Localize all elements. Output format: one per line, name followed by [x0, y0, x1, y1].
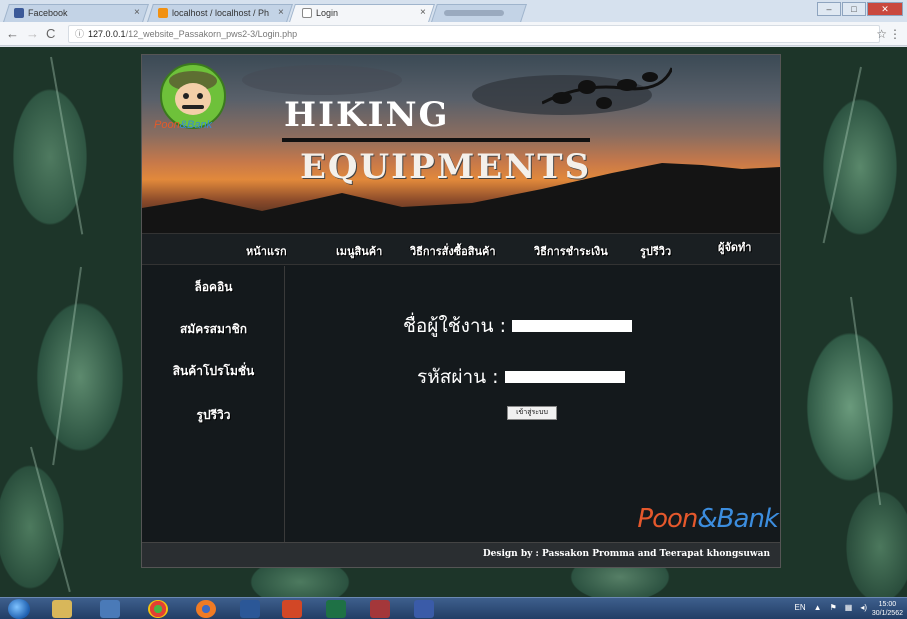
username-row: ชื่อผู้ใช้งาน : [403, 311, 632, 341]
tab-facebook[interactable]: Facebook [14, 4, 68, 22]
file-explorer-icon[interactable] [52, 600, 72, 618]
clock-time: 15:00 [878, 601, 897, 608]
tab-blurred[interactable] [444, 4, 504, 22]
header-banner: Poon&Bank HIKING EQUIPMENTS [142, 55, 780, 233]
window-controls: – □ ✕ [816, 2, 903, 16]
system-tray: EN ▲ ⚑ ▦ ◂) [787, 603, 867, 612]
sidebar: ล็อคอิน สมัครสมาชิก สินค้าโปรโมชั่น รูปร… [142, 266, 285, 542]
tray-expand-icon[interactable]: ▲ [814, 603, 822, 612]
start-button[interactable] [8, 599, 30, 619]
page-viewport: Poon&Bank HIKING EQUIPMENTS หน้าแรก เมนู… [0, 47, 907, 597]
tab-facebook-title: Facebook [28, 8, 68, 18]
chrome-icon[interactable] [148, 600, 168, 618]
username-input[interactable] [512, 320, 632, 332]
access-icon[interactable] [370, 600, 390, 618]
language-indicator[interactable]: EN [795, 603, 806, 612]
back-arrow-icon[interactable]: ← [6, 26, 19, 41]
sidebar-item-login[interactable]: ล็อคอิน [142, 278, 285, 297]
sidebar-item-register[interactable]: สมัครสมาชิก [142, 320, 285, 339]
facebook-icon [14, 8, 24, 18]
sidebar-item-reviews[interactable]: รูปรีวิว [142, 406, 285, 425]
tab-login[interactable]: Login [302, 4, 338, 22]
login-submit-button[interactable]: เข้าสู่ระบบ [507, 406, 557, 420]
brand-poon: Poon [637, 504, 698, 534]
word-icon[interactable] [240, 600, 260, 618]
leaf-decoration [850, 296, 882, 506]
password-row: รหัสผ่าน : [417, 362, 625, 392]
menu-kebab-icon[interactable]: ⋮ [889, 27, 901, 41]
address-bar: ← → C ⓘ 127.0.0.1/12_website_Passakorn_pw… [0, 22, 907, 46]
minimize-button[interactable]: – [817, 2, 841, 16]
username-label: ชื่อผู้ใช้งาน : [403, 315, 506, 337]
clock-date: 30/1/2562 [871, 610, 903, 617]
logo-text-bank: &Bank [179, 119, 213, 131]
tab-localhost[interactable]: localhost / localhost / Ph [158, 4, 269, 22]
login-form: ชื่อผู้ใช้งาน : รหัสผ่าน : เข้าสู่ระบบ P… [285, 266, 780, 542]
logo-text-poon: Poon [154, 119, 180, 131]
media-player-icon[interactable] [100, 600, 120, 618]
info-icon[interactable]: ⓘ [75, 29, 84, 39]
tab-login-close-icon[interactable]: × [420, 7, 426, 18]
sidebar-item-promotions[interactable]: สินค้าโปรโมชั่น [142, 362, 285, 381]
site-title-line2: EQUIPMENTS [300, 147, 592, 187]
bookmark-star-icon[interactable]: ☆ [876, 27, 887, 41]
footer-credit: Design by : Passakon Promma and Teerapat… [482, 549, 770, 559]
tab-login-title: Login [316, 8, 339, 18]
brand-logo-text: Poon&Bank [637, 504, 779, 534]
reload-icon[interactable]: C [46, 26, 55, 41]
tab-localhost-title: localhost / localhost / Ph [172, 8, 270, 18]
logo-text: Poon&Bank [154, 119, 212, 131]
site-footer: Design by : Passakon Promma and Teerapat… [142, 542, 780, 567]
leaf-decoration [822, 66, 862, 244]
powerpoint-icon[interactable] [282, 600, 302, 618]
system-clock[interactable]: 15:00 30/1/2562 [872, 600, 903, 618]
nav-item-payment[interactable]: วิธีการชำระเงิน [534, 242, 608, 260]
page-icon [302, 8, 312, 18]
url-input[interactable]: ⓘ 127.0.0.1/12_website_Passakorn_pws2-3/L… [68, 25, 880, 43]
password-label: รหัสผ่าน : [417, 366, 499, 388]
nav-item-how-to-order[interactable]: วิธีการสั่งซื้อสินค้า [410, 242, 496, 260]
network-icon[interactable]: ▦ [845, 603, 853, 612]
main-nav: หน้าแรก เมนูสินค้า วิธีการสั่งซื้อสินค้า… [142, 233, 780, 265]
leaf-decoration [52, 266, 82, 466]
nav-item-home[interactable]: หน้าแรก [246, 242, 287, 260]
browser-tab-strip: Facebook × localhost / localhost / Ph × … [0, 0, 907, 22]
leaf-decoration [30, 446, 71, 593]
title-divider [282, 138, 590, 142]
url-host: 127.0.0.1 [88, 29, 126, 39]
leaf-decoration [50, 56, 84, 235]
blurred-tab-title [444, 10, 504, 16]
url-path: /12_website_Passakorn_pws2-3/Login.php [125, 29, 298, 39]
nav-item-creators[interactable]: ผู้จัดทำ [718, 238, 751, 256]
site-title-line1: HIKING [284, 95, 450, 135]
taskbar: EN ▲ ⚑ ▦ ◂) 15:00 30/1/2562 [0, 597, 907, 619]
excel-icon[interactable] [326, 600, 346, 618]
close-window-button[interactable]: ✕ [867, 2, 903, 16]
volume-icon[interactable]: ◂) [860, 603, 867, 612]
tab-localhost-close-icon[interactable]: × [278, 7, 284, 18]
site-container: Poon&Bank HIKING EQUIPMENTS หน้าแรก เมนู… [141, 54, 781, 568]
visio-icon[interactable] [414, 600, 434, 618]
phpmyadmin-icon [158, 8, 168, 18]
tree-branch-silhouette [542, 67, 672, 109]
nav-item-reviews[interactable]: รูปรีวิว [640, 242, 671, 260]
brand-bank: &Bank [697, 504, 779, 534]
nav-item-products[interactable]: เมนูสินค้า [336, 242, 382, 260]
tab-facebook-close-icon[interactable]: × [134, 7, 140, 18]
maximize-button[interactable]: □ [842, 2, 866, 16]
cloud-shape [242, 65, 402, 95]
forward-arrow-icon[interactable]: → [26, 26, 39, 41]
password-input[interactable] [504, 371, 625, 383]
flag-icon[interactable]: ⚑ [830, 603, 837, 612]
firefox-icon[interactable] [196, 600, 216, 618]
